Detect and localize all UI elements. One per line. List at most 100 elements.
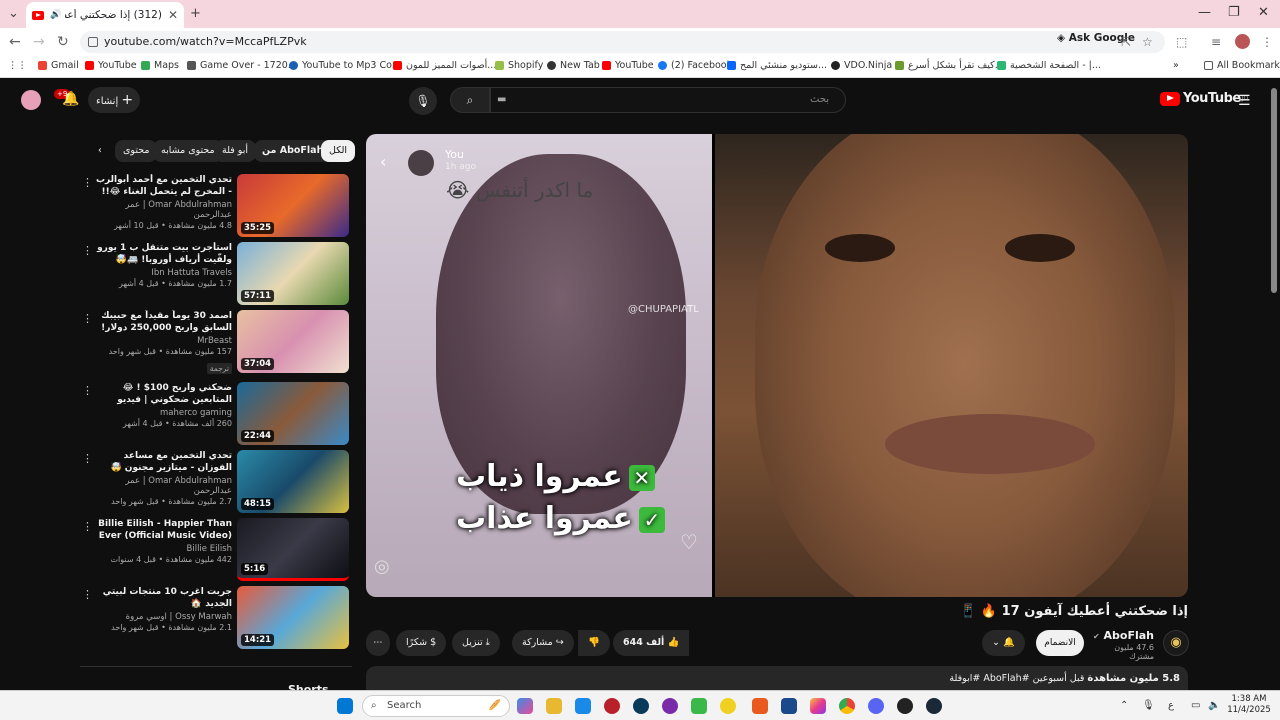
rec-title[interactable]: اصمد 30 يوماً مقيداً مع حبيبك السابق وار…: [96, 310, 232, 334]
chips-scroll-left-icon[interactable]: ‹: [90, 140, 110, 162]
media-controls-icon[interactable]: ≡: [1211, 35, 1221, 49]
all-bookmarks[interactable]: All Bookmarks: [1204, 60, 1280, 71]
rec-thumbnail[interactable]: 48:15: [237, 450, 349, 513]
taskbar-clock[interactable]: 1:38 AM 11/4/2025: [1224, 694, 1274, 716]
app-red-icon[interactable]: [604, 698, 620, 714]
taskbar-search[interactable]: ⌕ Search 🥖: [362, 695, 510, 717]
discord-icon[interactable]: [868, 698, 884, 714]
restore-icon[interactable]: ❐: [1228, 5, 1240, 20]
bookmark-star-icon[interactable]: ☆: [1142, 35, 1153, 49]
rec-title[interactable]: تحدي التخمين مع مساعد الفوزان - ميتازير …: [96, 450, 232, 474]
recommendation-item[interactable]: ⋮ Billie Eilish - Happier Than Ever (Off…: [80, 518, 352, 582]
rec-thumbnail[interactable]: 57:11: [237, 242, 349, 305]
bookmark-newtab[interactable]: New Tab: [547, 60, 600, 71]
recommendation-item[interactable]: ⋮ تحدي التخمين مع أحمد أبوالرب - المخرج …: [80, 174, 352, 238]
more-actions-icon[interactable]: ⋮: [82, 452, 93, 465]
rec-thumbnail[interactable]: 5:16: [237, 518, 349, 581]
rec-channel[interactable]: MrBeast: [96, 336, 232, 346]
guide-menu-icon[interactable]: ☰: [1238, 93, 1251, 109]
instagram-icon[interactable]: [810, 698, 826, 714]
rec-channel[interactable]: Ossy Marwah | اوسي مروة: [96, 612, 232, 622]
more-actions-icon[interactable]: ⋮: [82, 384, 93, 397]
download-button[interactable]: تنزيل ⤓: [452, 630, 500, 656]
chrome-icon[interactable]: [839, 698, 855, 714]
bookmark-vdoninja[interactable]: VDO.Ninja: [831, 60, 892, 71]
rec-thumbnail[interactable]: 35:25: [237, 174, 349, 237]
bookmark-maps[interactable]: Maps: [141, 60, 179, 71]
bookmark-read-faster[interactable]: كيف تقرأ بشكل أسرع...: [895, 60, 1004, 71]
rec-title[interactable]: Billie Eilish - Happier Than Ever (Offic…: [96, 518, 232, 542]
description-box[interactable]: 5.8 مليون مشاهدة قبل أسبوعين #AboFlah #ا…: [366, 666, 1188, 690]
network-icon[interactable]: ▭: [1191, 700, 1200, 711]
rec-channel[interactable]: maherco gaming: [96, 408, 232, 418]
rec-channel[interactable]: Omar Abdulrahman | عمر عبدالرحمن: [96, 476, 232, 496]
app-green-icon[interactable]: [691, 698, 707, 714]
copilot-icon[interactable]: [517, 698, 533, 714]
tab-search-icon[interactable]: ⌄: [8, 6, 19, 21]
extensions-icon[interactable]: ⬚: [1176, 35, 1187, 49]
volume-icon[interactable]: 🔈: [1208, 700, 1220, 711]
join-button[interactable]: الانضمام: [1036, 630, 1084, 656]
search-input[interactable]: ▬ بحث: [490, 87, 846, 113]
recommendation-item[interactable]: ⋮ ضحكني واربح 100$ ! 😂 المتابعين ضحكوني …: [80, 382, 352, 446]
chip-all[interactable]: الكل: [321, 140, 355, 162]
like-button[interactable]: 644 ألف 👍: [613, 630, 690, 656]
video-player[interactable]: ‹ You 1h ago ما اكدر أتنفس 😭 @CHUPAPIATL…: [366, 134, 1188, 597]
recommendation-item[interactable]: ⋮ تحدي التخمين مع مساعد الفوزان - ميتازي…: [80, 450, 352, 514]
search-button[interactable]: ⌕: [450, 87, 490, 113]
bookmark-facebook[interactable]: (2) Facebook: [658, 60, 732, 71]
input-language[interactable]: ع: [1168, 700, 1174, 711]
bookmark-youtube-2[interactable]: YouTube: [602, 60, 654, 71]
create-button[interactable]: إنشاء +: [88, 87, 140, 113]
voice-search-mic-icon[interactable]: 🎙: [409, 87, 437, 115]
more-actions-button[interactable]: ⋯: [366, 630, 390, 656]
chrome-menu-icon[interactable]: ⋮: [1261, 35, 1273, 49]
more-actions-icon[interactable]: ⋮: [82, 588, 93, 601]
file-explorer-icon[interactable]: [546, 698, 562, 714]
install-app-icon[interactable]: ⇱: [1121, 35, 1131, 49]
rec-title[interactable]: تحدي التخمين مع أحمد أبوالرب - المخرج لم…: [96, 174, 232, 198]
keyboard-icon[interactable]: ▬: [497, 88, 506, 112]
app-duck-icon[interactable]: [720, 698, 736, 714]
bookmark-gmail[interactable]: Gmail: [38, 60, 79, 71]
bookmark-yt2mp3[interactable]: YouTube to Mp3 Co...: [289, 60, 401, 71]
chip-similar[interactable]: محتوى مشابه: [153, 140, 223, 162]
bookmarks-overflow-icon[interactable]: »: [1173, 60, 1179, 71]
chip-content[interactable]: محتوى: [115, 140, 158, 162]
store-icon[interactable]: [575, 698, 591, 714]
bookmark-shopify[interactable]: Shopify: [495, 60, 543, 71]
browser-tab-active[interactable]: 🔊 (312) إذا ضحكتني أعطيك آيفو ✕: [26, 2, 184, 28]
more-actions-icon[interactable]: ⋮: [82, 312, 93, 325]
apps-grid-icon[interactable]: ⋮⋮: [8, 60, 27, 71]
app-c-icon[interactable]: [633, 698, 649, 714]
rec-channel[interactable]: Omar Abdulrahman | عمر عبدالرحمن: [96, 200, 232, 220]
steam-icon[interactable]: [926, 698, 942, 714]
bookmark-voices[interactable]: أصوات المميز للمون...: [393, 60, 496, 71]
reload-icon[interactable]: ↻: [57, 34, 69, 50]
rec-title[interactable]: جربت اغرب 10 منتجات لبيتي الجديد 🏠: [96, 586, 232, 610]
more-actions-icon[interactable]: ⋮: [82, 176, 93, 189]
recommendation-item[interactable]: ⋮ اصمد 30 يوماً مقيداً مع حبيبك السابق و…: [80, 310, 352, 374]
notifications-toggle[interactable]: ⌄ 🔔: [982, 630, 1025, 656]
rec-channel[interactable]: Ibn Hattuta Travels: [96, 268, 232, 278]
tray-overflow-icon[interactable]: ⌃: [1120, 700, 1128, 711]
bookmark-youtube[interactable]: YouTube: [85, 60, 137, 71]
bookmark-studio[interactable]: ستوديو منشئي المح...: [727, 60, 827, 71]
rec-thumbnail[interactable]: 22:44: [237, 382, 349, 445]
youtube-logo[interactable]: YouTube JO: [1160, 91, 1248, 106]
close-window-icon[interactable]: ✕: [1258, 5, 1269, 20]
minimize-icon[interactable]: —: [1198, 5, 1211, 20]
close-tab-icon[interactable]: ✕: [168, 8, 178, 22]
recommendation-item[interactable]: ⋮ استأجرت بيت متنقل ب 1 يورو ولفّيت أريا…: [80, 242, 352, 306]
rec-thumbnail[interactable]: 37:04: [237, 310, 349, 373]
more-actions-icon[interactable]: ⋮: [82, 520, 93, 533]
address-bar[interactable]: youtube.com/watch?v=MccaPfLZPvk: [80, 31, 1165, 53]
brave-icon[interactable]: [752, 698, 768, 714]
account-avatar[interactable]: [21, 90, 41, 110]
channel-name[interactable]: ✔ AboFlah: [1090, 629, 1154, 642]
recommendation-item[interactable]: ⋮ جربت اغرب 10 منتجات لبيتي الجديد 🏠 Oss…: [80, 586, 352, 650]
rec-title[interactable]: ضحكني واربح 100$ ! 😂 المتابعين ضحكوني | …: [96, 382, 232, 406]
app-dark-icon[interactable]: [897, 698, 913, 714]
app-shield-icon[interactable]: [781, 698, 797, 714]
notifications-bell-icon[interactable]: 🔔: [62, 91, 79, 107]
